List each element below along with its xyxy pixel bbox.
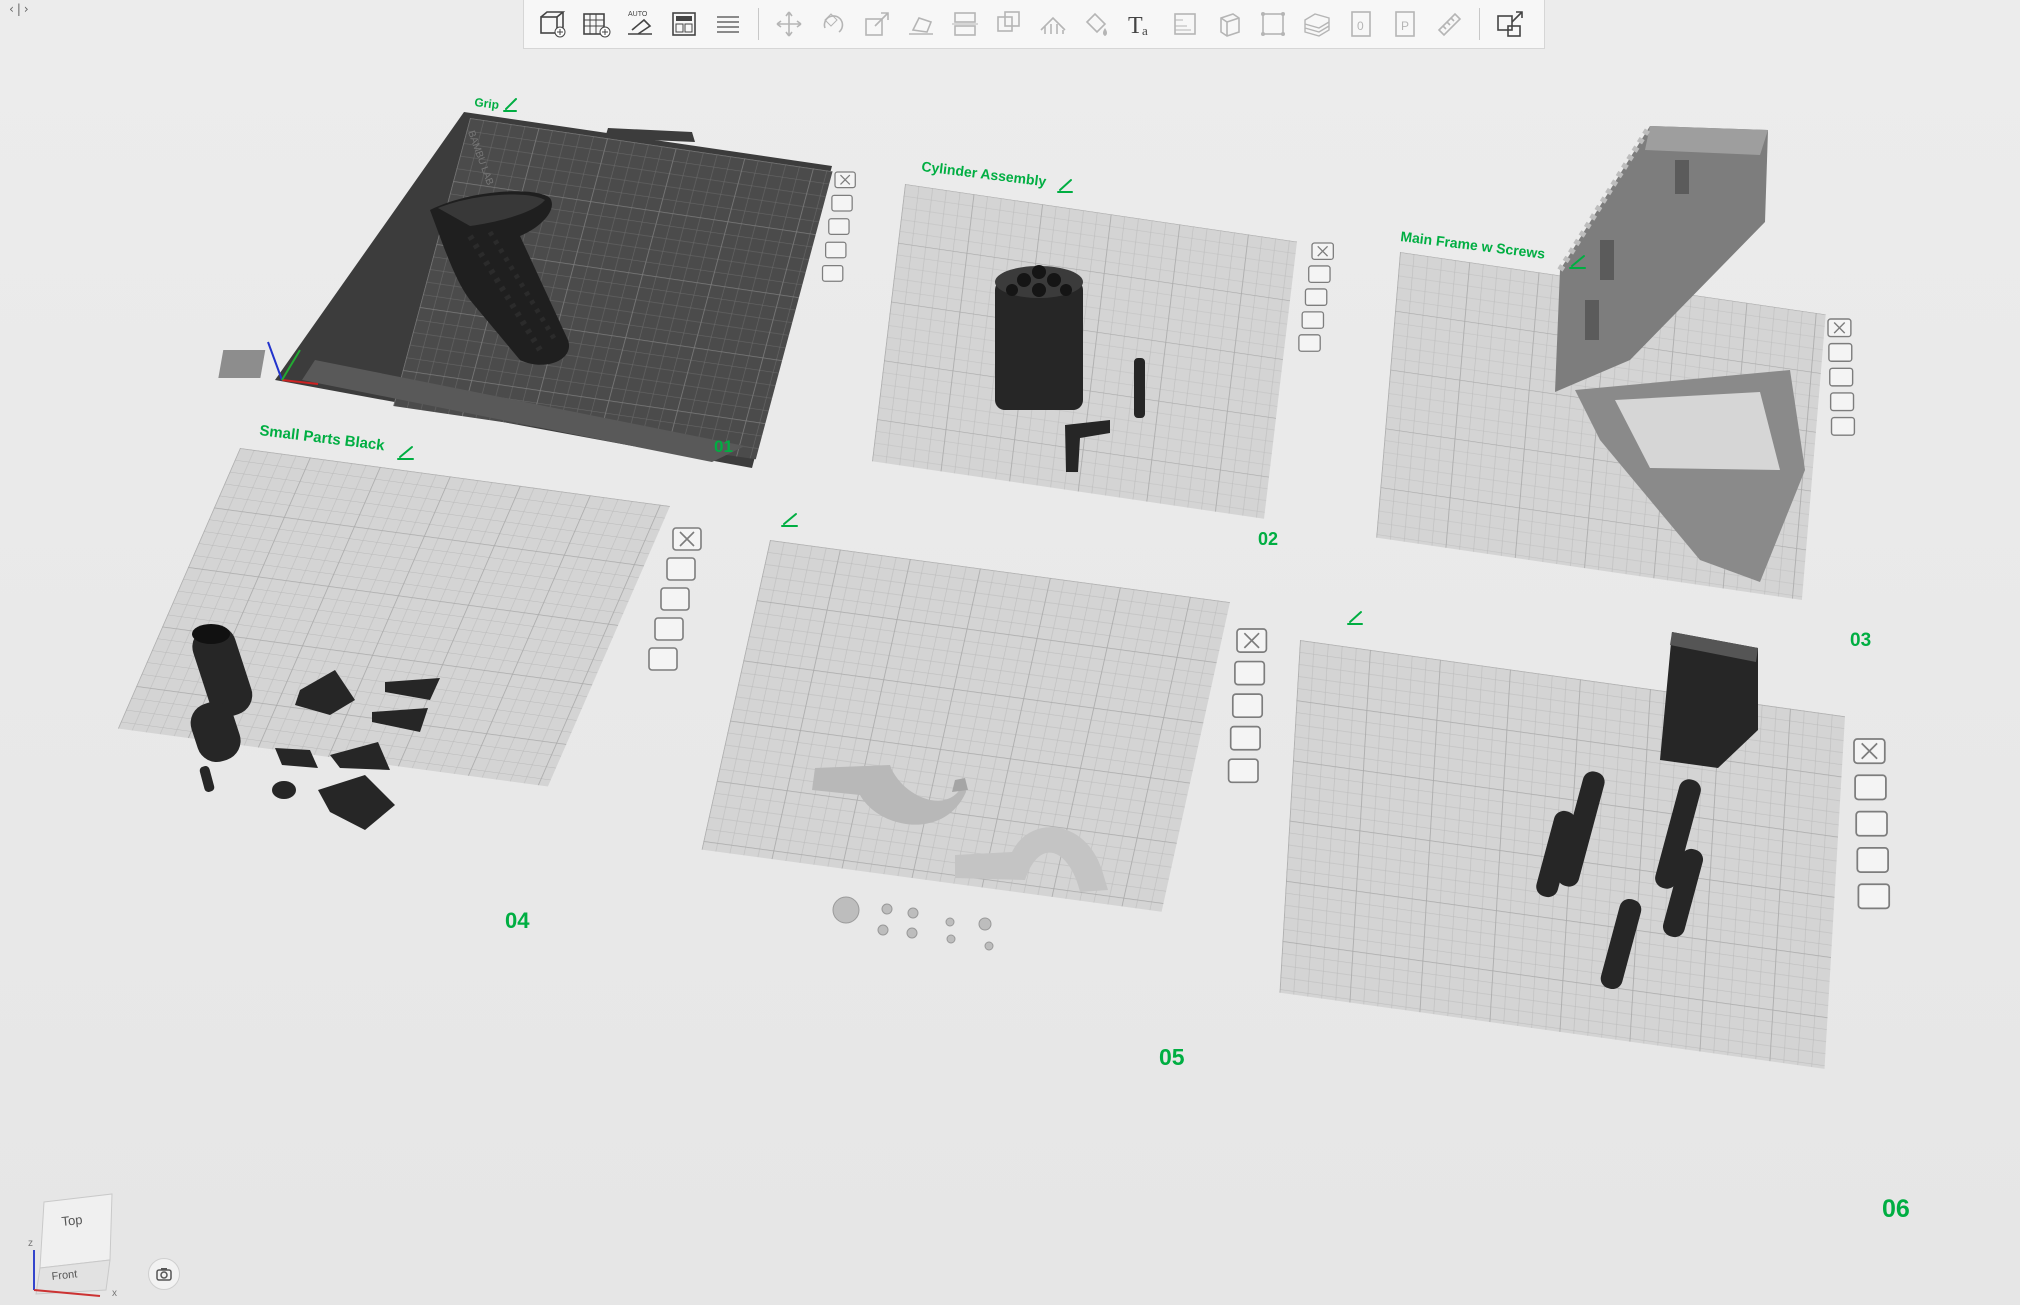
view-cube-top[interactable]: Top (61, 1212, 83, 1229)
color-paint-icon (1085, 12, 1107, 36)
ruler-icon (1437, 12, 1462, 37)
seam-button[interactable] (1297, 4, 1337, 44)
rotate-button[interactable] (813, 4, 853, 44)
layers-icon (717, 16, 739, 33)
plate-03-tools[interactable] (1827, 318, 1856, 436)
measure-icon (1261, 12, 1285, 36)
plate-02-name[interactable]: Cylinder Assembly (921, 158, 1048, 189)
svg-text:P: P (1401, 19, 1409, 33)
3d-viewport[interactable]: BAMBU LAB Grip 01 Cylinder Assembly 02 M… (0, 0, 2020, 1305)
svg-text:T: T (1128, 13, 1143, 39)
scale-icon (865, 12, 889, 36)
plate-01[interactable]: BAMBU LAB (218, 112, 833, 468)
color-paint-button[interactable] (1077, 4, 1117, 44)
plate-05-edit-icon[interactable] (781, 513, 798, 527)
add-plate-icon (583, 13, 611, 38)
arrange-plate-icon[interactable] (828, 218, 850, 236)
zero-plate-button[interactable]: 0 (1341, 4, 1381, 44)
settings-icon[interactable] (821, 264, 844, 282)
collapse-sidebar-icon[interactable]: ‹|› (8, 2, 30, 16)
plate-04-name[interactable]: Small Parts Black (259, 422, 387, 454)
ruler-button[interactable] (1429, 4, 1469, 44)
variable-layer-icon (1174, 13, 1196, 35)
svg-text:0: 0 (1357, 19, 1364, 33)
assembly-button[interactable] (1209, 4, 1249, 44)
plate-05-number: 05 (1159, 1044, 1185, 1070)
arrange-icon (672, 12, 696, 36)
rotate-icon (823, 13, 844, 33)
explode-button[interactable] (1490, 4, 1530, 44)
move-button[interactable] (769, 4, 809, 44)
move-icon (776, 11, 802, 37)
plate-04-number: 04 (505, 908, 530, 933)
toolbar-separator (758, 8, 759, 40)
lock-icon[interactable] (825, 241, 847, 259)
arrange-button[interactable] (664, 4, 704, 44)
add-plate-button[interactable] (576, 4, 616, 44)
plate-02-number: 02 (1258, 529, 1278, 549)
plate-06-number: 06 (1882, 1195, 1910, 1223)
plate-zero-icon: 0 (1351, 11, 1371, 37)
plate-05-tools[interactable] (1227, 628, 1268, 784)
plate-06-edit-icon[interactable] (1347, 611, 1363, 625)
boolean-icon (997, 11, 1020, 32)
support-paint-button[interactable] (1033, 4, 1073, 44)
text-button[interactable]: Ta (1121, 4, 1161, 44)
axis-z-label: z (28, 1238, 33, 1249)
variable-layer-button[interactable] (1165, 4, 1205, 44)
plate-01-number: 01 (714, 437, 733, 456)
measure-button[interactable] (1253, 4, 1293, 44)
plate-02-edit-icon[interactable] (1057, 179, 1073, 193)
explode-icon (1497, 11, 1523, 37)
plate-05[interactable] (701, 540, 1230, 951)
camera-reset-button[interactable] (148, 1258, 180, 1290)
plate-02[interactable] (871, 184, 1298, 519)
plate-p-button[interactable]: P (1385, 4, 1425, 44)
plate-06[interactable] (1279, 632, 1846, 1069)
plate-p-icon: P (1395, 11, 1415, 37)
orient-plate-icon[interactable] (831, 194, 853, 212)
auto-orient-icon: AUTO (628, 11, 652, 35)
view-cube[interactable]: Top Front z x (26, 1190, 136, 1298)
plate-03[interactable] (1376, 124, 1826, 600)
assembly-icon (1220, 13, 1240, 37)
plate-06-tools[interactable] (1853, 738, 1891, 910)
support-paint-icon (1040, 16, 1066, 34)
lay-flat-button[interactable] (901, 4, 941, 44)
plate-04[interactable] (117, 448, 670, 830)
add-object-icon (540, 11, 566, 38)
svg-text:AUTO: AUTO (628, 11, 648, 18)
svg-text:a: a (1142, 23, 1148, 38)
plate-04-tools[interactable] (648, 527, 702, 671)
plate-01-name[interactable]: Grip (474, 95, 500, 112)
plate-01-edit-icon[interactable] (503, 98, 517, 112)
camera-icon (156, 1268, 172, 1281)
auto-orient-button[interactable]: AUTO (620, 4, 660, 44)
plate-02-tools[interactable] (1298, 242, 1334, 352)
cut-button[interactable] (945, 4, 985, 44)
boolean-button[interactable] (989, 4, 1029, 44)
plate-03-number: 03 (1850, 630, 1871, 651)
main-toolbar: AUTO Ta 0 P (523, 0, 1545, 49)
scale-button[interactable] (857, 4, 897, 44)
add-button[interactable] (532, 4, 572, 44)
text-icon: Ta (1128, 13, 1148, 39)
plate-04-edit-icon[interactable] (397, 446, 414, 460)
lay-on-face-icon (909, 17, 933, 35)
axis-x-label: x (112, 1288, 117, 1298)
toolbar-separator (1479, 8, 1480, 40)
seam-icon (1304, 13, 1330, 37)
cut-icon (952, 12, 978, 36)
split-layers-button[interactable] (708, 4, 748, 44)
